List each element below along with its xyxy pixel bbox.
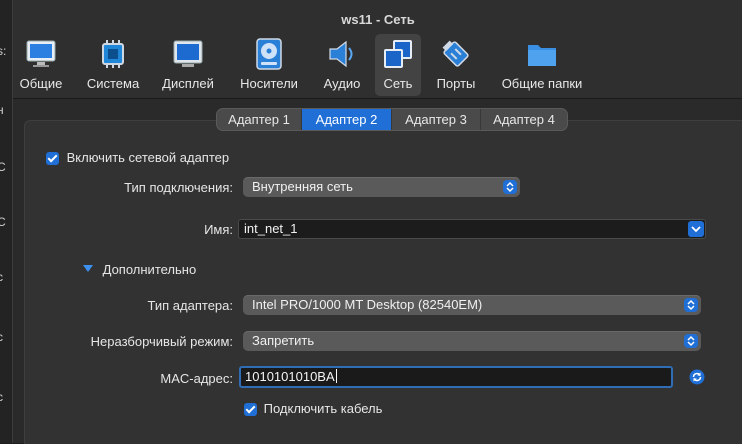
mac-input[interactable]: 1010101010BA [239,366,673,388]
toolbar-audio[interactable]: Аудио [318,34,366,96]
toolbar-shared-folders[interactable]: Общие папки [495,34,589,96]
cable-label: Подключить кабель [263,401,383,416]
bg-text: н [0,103,4,117]
toolbar-storage[interactable]: Носители [236,34,302,96]
toolbar-ports[interactable]: Порты [431,34,481,96]
disk-icon [251,37,287,71]
attached-to-select[interactable]: Внутренняя сеть [243,177,520,197]
toolbar-label: Общие [19,76,63,91]
toolbar-display[interactable]: Дисплей [158,34,218,96]
mac-label: MAC-адрес: [160,371,233,386]
enable-adapter-label: Включить сетевой адаптер [66,150,230,165]
refresh-icon [689,369,705,389]
name-combobox[interactable]: int_net_1 [238,219,706,239]
advanced-toggle[interactable]: Дополнительно [83,262,196,277]
advanced-label: Дополнительно [102,262,197,277]
select-arrows-icon [684,334,698,348]
enable-adapter-row: Включить сетевой адаптер [46,150,230,166]
toolbar-label: Сеть [383,76,413,91]
bg-text: c [0,330,3,344]
toolbar-system[interactable]: Система [83,34,143,96]
promiscuous-select[interactable]: Запретить [243,331,701,351]
toolbar-label: Порты [436,76,476,91]
general-monitor-icon [23,37,59,71]
bg-text: C [0,215,6,229]
adapter-type-value: Intel PRO/1000 MT Desktop (82540EM) [252,297,483,312]
attached-to-label: Тип подключения: [124,180,233,195]
toolbar-general[interactable]: Общие [15,34,67,96]
promiscuous-label: Неразборчивый режим: [90,334,233,349]
adapter-type-select[interactable]: Intel PRO/1000 MT Desktop (82540EM) [243,295,701,315]
tab-adapter-1[interactable]: Адаптер 1 [217,109,302,130]
select-arrows-icon [684,298,698,312]
name-label: Имя: [204,222,233,237]
toolbar-label: Общие папки [501,76,583,91]
bg-text: c [0,270,3,284]
cable-row: Подключить кабель [244,401,383,417]
cable-checkbox[interactable] [244,403,257,417]
ports-icon [438,37,474,71]
attached-to-value: Внутренняя сеть [252,179,353,194]
toolbar-label: Аудио [323,76,361,91]
chevron-down-icon[interactable] [688,221,704,237]
speaker-icon [324,37,360,71]
toolbar-label: Дисплей [162,76,214,91]
settings-toolbar: Общие Система Дисплей Носители Аудио Сет… [13,32,742,99]
text-caret [335,369,337,383]
toolbar-network[interactable]: Сеть [375,34,421,96]
tab-adapter-2[interactable]: Адаптер 2 [302,109,392,130]
disclosure-triangle-icon [83,262,97,277]
bg-text: C [0,160,6,174]
toolbar-label: Система [86,76,140,91]
chip-icon [95,37,131,71]
enable-adapter-checkbox[interactable] [46,152,59,166]
window-title: ws11 - Сеть [13,0,742,36]
mac-value: 1010101010BA [245,369,335,384]
tab-adapter-4[interactable]: Адаптер 4 [481,109,567,130]
toolbar-label: Носители [240,76,298,91]
adapter-panel [24,120,742,444]
name-value: int_net_1 [244,221,298,236]
settings-window: ws11 - Сеть Общие Система Дисплей Носите… [12,0,742,444]
display-icon [170,37,206,71]
adapter-type-label: Тип адаптера: [147,298,233,313]
bg-text: s: [0,44,7,58]
folder-icon [524,37,560,71]
promiscuous-value: Запретить [252,333,315,348]
tab-adapter-3[interactable]: Адаптер 3 [392,109,481,130]
bg-text: с [0,390,3,404]
select-arrows-icon [503,180,517,194]
network-icon [380,37,416,71]
refresh-mac-button[interactable] [689,369,705,390]
adapter-tabs: Адаптер 1 Адаптер 2 Адаптер 3 Адаптер 4 [217,109,567,130]
